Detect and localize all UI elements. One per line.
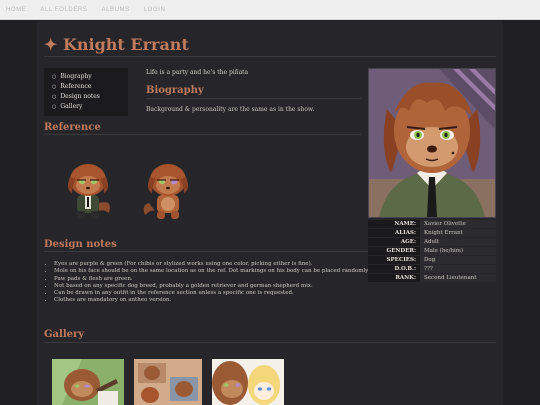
page-title-text: Knight Errant <box>62 35 189 54</box>
page-title: ✦ Knight Errant <box>44 35 189 54</box>
biography-divider <box>146 98 361 99</box>
nav-link-home[interactable]: HOME <box>6 7 26 13</box>
character-info-table: NAME: Xavier Olivette ALIAS: Knight Errant… <box>368 219 496 283</box>
info-value: Male (he/him) <box>420 247 496 255</box>
info-value: Adult <box>420 238 496 246</box>
list-item: Eyes are purple & green (For chibis or s… <box>54 261 384 268</box>
sparkle-icon: ✦ <box>44 35 58 54</box>
top-navigation-bar: HOME ALL FOLDERS ALBUMS LOGIN <box>0 0 540 20</box>
info-key: RANK: <box>368 274 420 282</box>
biography-text: Background & personality are the same as… <box>146 106 315 113</box>
table-row: ALIAS: Knight Errant <box>368 229 496 237</box>
table-row: AGE: Adult <box>368 238 496 246</box>
nav-link-login[interactable]: LOGIN <box>144 7 166 13</box>
info-key: D.O.B.: <box>368 265 420 273</box>
title-divider <box>44 56 496 57</box>
toc-item-reference[interactable]: Reference <box>52 82 128 92</box>
info-key: AGE: <box>368 238 420 246</box>
reference-image-1[interactable] <box>59 159 119 221</box>
toc-item-gallery[interactable]: Gallery <box>52 102 128 112</box>
list-item: Can be drawn in any outfit in the refere… <box>54 290 384 297</box>
reference-divider <box>44 134 361 135</box>
list-item: Clothes are mandatory on antheo version. <box>54 297 384 304</box>
reference-heading: Reference <box>44 122 101 133</box>
toc-item-design-notes[interactable]: Design notes <box>52 92 128 102</box>
reference-image-2[interactable] <box>139 159 199 221</box>
intro-quote: Life is a party and he's the piñata <box>146 69 249 76</box>
list-item: Mole on his face should be on the same l… <box>54 268 384 275</box>
info-key: ALIAS: <box>368 229 420 237</box>
character-page: ✦ Knight Errant Biography Reference Desi… <box>37 21 503 405</box>
info-key: GENDER: <box>368 247 420 255</box>
gallery-thumbnail-3[interactable] <box>212 359 284 405</box>
nav-link-albums[interactable]: ALBUMS <box>101 7 129 13</box>
table-row: D.O.B.:??? <box>368 265 496 273</box>
design-notes-heading: Design notes <box>44 239 117 250</box>
info-value: Dog <box>420 256 496 264</box>
table-row: RANK: Second Lieutenant <box>368 274 496 282</box>
list-item: Not based on any specific dog breed, pro… <box>54 283 384 290</box>
biography-heading: Biography <box>146 85 204 96</box>
info-value: Knight Errant <box>420 229 496 237</box>
info-value: ??? <box>420 265 496 273</box>
table-of-contents: Biography Reference Design notes Gallery <box>44 68 128 116</box>
gallery-divider <box>44 342 496 343</box>
nav-link-all-folders[interactable]: ALL FOLDERS <box>40 7 87 13</box>
gallery-thumbnail-2[interactable] <box>134 359 202 405</box>
table-row: NAME: Xavier Olivette <box>368 220 496 228</box>
info-value: Second Lieutenant <box>420 274 496 282</box>
gallery-heading: Gallery <box>44 329 85 340</box>
character-portrait[interactable] <box>368 68 496 218</box>
design-notes-list: Eyes are purple & green (For chibis or s… <box>44 261 384 305</box>
info-value: Xavier Olivette <box>420 220 496 228</box>
info-key: NAME: <box>368 220 420 228</box>
table-row: SPECIES: Dog <box>368 256 496 264</box>
list-item: Paw pads & flesh are green. <box>54 276 384 283</box>
toc-item-biography[interactable]: Biography <box>52 72 128 82</box>
table-row: GENDER: Male (he/him) <box>368 247 496 255</box>
info-key: SPECIES: <box>368 256 420 264</box>
gallery-thumbnail-1[interactable] <box>52 359 124 405</box>
